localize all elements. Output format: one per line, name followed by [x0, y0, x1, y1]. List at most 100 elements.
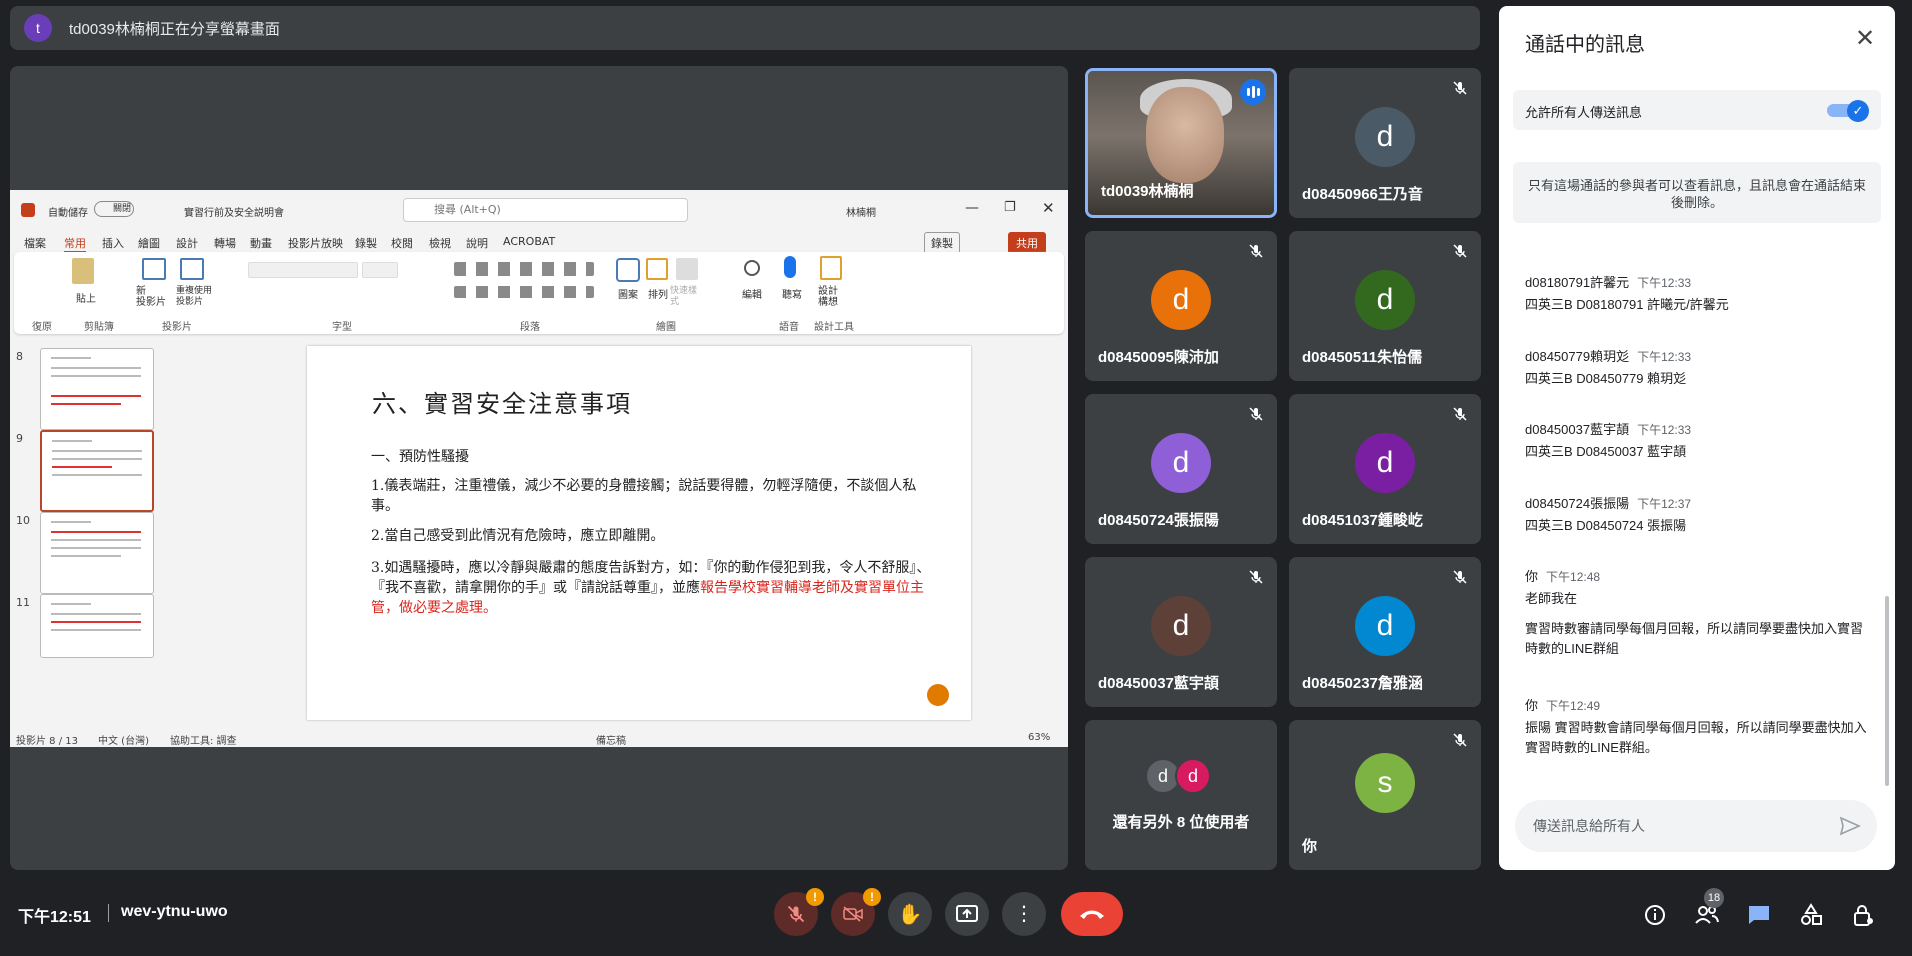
shapes-icon[interactable]	[616, 258, 640, 282]
participant-tile-speaker[interactable]: td0039林楠桐	[1085, 68, 1277, 218]
chat-message-input[interactable]: 傳送訊息給所有人	[1515, 800, 1877, 852]
slide-thumbnail-selected[interactable]	[40, 430, 154, 512]
quick-styles-icon[interactable]	[676, 258, 698, 280]
others-tile[interactable]: d d 還有另外 8 位使用者	[1085, 720, 1277, 870]
participants-count-badge: 18	[1704, 888, 1724, 908]
quick-styles-button[interactable]: 快速樣式	[670, 286, 704, 308]
ppt-ribbon: 貼上 新 投影片 重複使用投影片 圖案 排列 快速樣式 編輯 聽寫 設計 構想 …	[14, 252, 1064, 334]
autosave-toggle[interactable]: 關閉	[94, 201, 134, 217]
microphone-button[interactable]: !	[774, 888, 824, 936]
participant-tile[interactable]: d d08451037鍾畯屹	[1289, 394, 1481, 544]
share-button[interactable]: 共用	[1008, 232, 1046, 254]
shapes-button[interactable]: 圖案	[618, 286, 638, 301]
participants-button[interactable]: 18	[1692, 888, 1724, 930]
tab-file[interactable]: 檔案	[24, 235, 46, 251]
thumb-number: 10	[16, 514, 30, 527]
tab-transitions[interactable]: 轉場	[214, 235, 236, 251]
raise-hand-button[interactable]: ✋	[888, 892, 932, 936]
more-options-button[interactable]: ⋮	[1002, 892, 1046, 936]
participant-name: d08450966王乃音	[1302, 186, 1423, 203]
screen-share-stage[interactable]: 自動儲存 關閉 實習行前及安全説明會 搜尋 (Alt+Q) 林楠桐 — ❐ ✕ …	[10, 66, 1068, 870]
message-time: 下午12:33	[1637, 350, 1692, 364]
participant-tile[interactable]: d d08450037藍宇頡	[1085, 557, 1277, 707]
slide-thumbnail[interactable]	[40, 348, 154, 430]
tab-help[interactable]: 說明	[466, 235, 488, 251]
mic-off-icon	[1249, 407, 1263, 421]
designer-button[interactable]: 設計 構想	[818, 286, 848, 308]
tab-view[interactable]: 檢視	[429, 235, 451, 251]
tab-animations[interactable]: 動畫	[250, 235, 272, 251]
arrange-button[interactable]: 排列	[648, 286, 668, 301]
participant-tile-self[interactable]: s 你	[1289, 720, 1481, 870]
avatar: d	[1355, 107, 1415, 167]
paragraph-tools-icon[interactable]	[454, 262, 594, 276]
record-button[interactable]: 錄製	[924, 232, 960, 254]
chat-panel: 通話中的訊息 ✕ 允許所有人傳送訊息 ✓ 只有這場通話的參與者可以查看訊息，且訊…	[1499, 6, 1895, 870]
paste-icon[interactable]	[72, 258, 94, 284]
dictate-mic-icon[interactable]	[784, 256, 796, 278]
restore-icon[interactable]: ❐	[1004, 200, 1016, 215]
host-controls-button[interactable]	[1848, 900, 1878, 930]
participant-tile[interactable]: d d08450966王乃音	[1289, 68, 1481, 218]
ppt-ribbon-tabs: 檔案 常用 插入 繪圖 設計 轉場 動畫 投影片放映 錄製 校閱 檢視 說明 A…	[10, 230, 1068, 254]
send-icon[interactable]	[1839, 816, 1861, 836]
close-window-icon[interactable]: ✕	[1042, 199, 1055, 217]
font-size-select[interactable]	[362, 262, 398, 278]
reuse-slides-button[interactable]: 重複使用投影片	[176, 286, 216, 308]
meeting-info-button[interactable]	[1640, 900, 1670, 930]
allow-messages-toggle[interactable]: ✓	[1827, 100, 1869, 122]
minimize-icon[interactable]: —	[965, 200, 979, 216]
new-slide-button[interactable]: 新 投影片	[136, 286, 166, 308]
tab-draw[interactable]: 繪圖	[138, 235, 160, 251]
meeting-code[interactable]: wev-ytnu-uwo	[121, 903, 228, 921]
chat-scrollbar[interactable]	[1885, 596, 1889, 786]
tab-design[interactable]: 設計	[176, 235, 198, 251]
close-icon[interactable]: ✕	[1853, 27, 1877, 52]
presenter-text: td0039林楠桐正在分享螢幕畫面	[69, 20, 280, 38]
message-sender: d08450037藍宇頡	[1525, 422, 1630, 437]
speaking-indicator-icon	[1240, 79, 1266, 105]
participant-name: d08450237詹雅涵	[1302, 675, 1423, 692]
font-name-select[interactable]	[248, 262, 358, 278]
find-icon[interactable]	[744, 260, 760, 276]
arrange-icon[interactable]	[646, 258, 668, 280]
align-tools-icon[interactable]	[454, 286, 594, 298]
participant-tile[interactable]: d d08450511朱怡儒	[1289, 231, 1481, 381]
new-slide-icon[interactable]	[142, 258, 166, 280]
activities-button[interactable]	[1796, 900, 1826, 930]
present-screen-button[interactable]	[945, 892, 989, 936]
slide-thumbnail[interactable]	[40, 594, 154, 658]
tab-record[interactable]: 錄製	[355, 235, 377, 251]
file-name[interactable]: 實習行前及安全説明會	[184, 204, 284, 219]
chat-button[interactable]	[1744, 900, 1774, 930]
chat-message: 你下午12:48 老師我在 實習時數審請同學每個月回報，所以請同學要盡快加入實習…	[1525, 566, 1870, 659]
participant-name: d08450037藍宇頡	[1098, 675, 1219, 692]
zoom-level[interactable]: 63%	[1028, 732, 1050, 743]
mic-off-icon	[787, 905, 805, 923]
edit-button[interactable]: 編輯	[742, 286, 762, 301]
tab-review[interactable]: 校閱	[391, 235, 413, 251]
ppt-search-input[interactable]: 搜尋 (Alt+Q)	[403, 198, 688, 222]
participant-tile[interactable]: d d08450237詹雅涵	[1289, 557, 1481, 707]
slide-thumbnail[interactable]	[40, 512, 154, 594]
leave-call-button[interactable]	[1061, 892, 1123, 936]
dictate-button[interactable]: 聽寫	[782, 286, 802, 301]
participant-tile[interactable]: d d08450095陳沛加	[1085, 231, 1277, 381]
tab-acrobat[interactable]: ACROBAT	[503, 235, 555, 248]
notes-button[interactable]: 備忘稿	[596, 732, 626, 747]
slide-count: 投影片 8 / 13	[16, 736, 78, 747]
tab-insert[interactable]: 插入	[102, 235, 124, 251]
designer-icon[interactable]	[820, 256, 842, 280]
accessibility[interactable]: 協助工具: 調查	[170, 732, 237, 747]
message-text: 四英三B D08450779 賴玥彣	[1525, 371, 1687, 386]
tab-slideshow[interactable]: 投影片放映	[288, 235, 343, 251]
paste-button[interactable]: 貼上	[76, 290, 96, 305]
message-sender: 你	[1525, 698, 1539, 713]
camera-button[interactable]: !	[831, 888, 881, 936]
reuse-slides-icon[interactable]	[180, 258, 204, 280]
thumb-number: 11	[16, 596, 30, 609]
slide-subtitle: 一、預防性騷擾	[371, 449, 469, 465]
participant-tile[interactable]: d d08450724張振陽	[1085, 394, 1277, 544]
powerpoint-logo-icon	[21, 203, 35, 217]
tab-home[interactable]: 常用	[64, 235, 86, 253]
